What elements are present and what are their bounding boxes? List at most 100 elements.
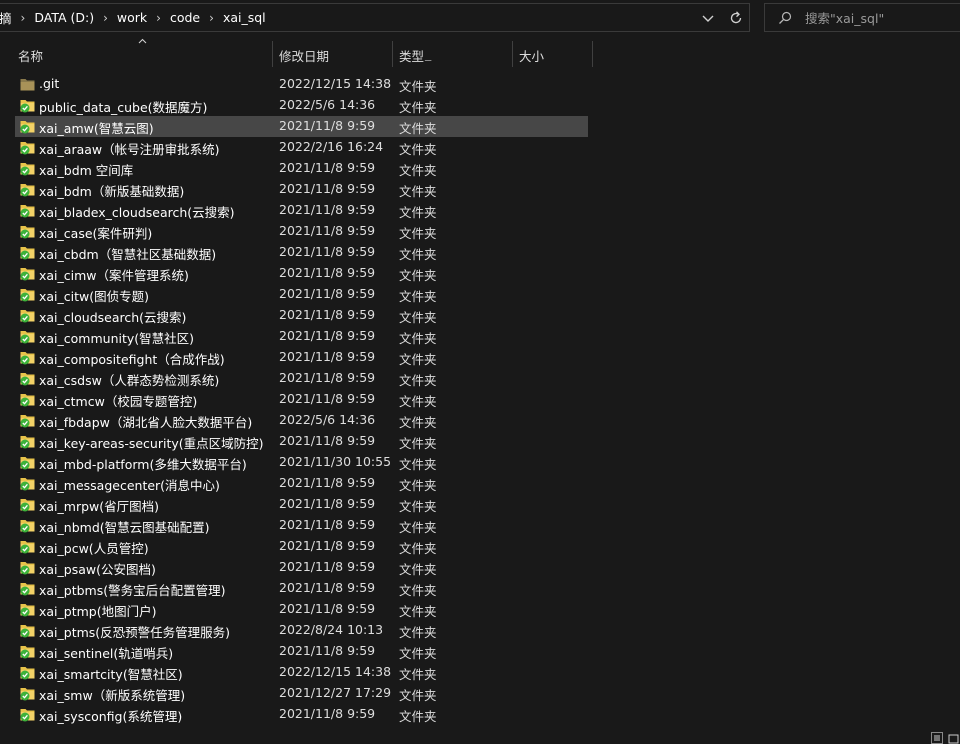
column-header-label: 大小 [519, 49, 545, 64]
breadcrumb-item-drive[interactable]: DATA (D:) [30, 10, 98, 25]
address-bar[interactable]: 摘 › DATA (D:) › work › code › xai_sql [0, 3, 750, 32]
folder-synced-icon [20, 100, 35, 113]
file-row[interactable]: xai_bladex_cloudsearch(云搜索) 2021/11/8 9:5… [15, 200, 588, 221]
breadcrumb-chevron-icon[interactable]: › [151, 11, 166, 25]
breadcrumb-item-current[interactable]: xai_sql [219, 10, 270, 25]
file-row[interactable]: xai_nbmd(智慧云图基础配置) 2021/11/8 9:59 文件夹 [15, 515, 588, 536]
file-name[interactable]: xai_case(案件研判) [39, 223, 152, 242]
file-row[interactable]: xai_bdm（新版基础数据) 2021/11/8 9:59 文件夹 [15, 179, 588, 200]
file-name[interactable]: xai_compositefight（合成作战) [39, 349, 225, 368]
file-name[interactable]: xai_mrpw(省厅图档) [39, 496, 159, 515]
column-header-type[interactable]: 类型 _ [393, 41, 512, 67]
file-modified-date: 2021/11/8 9:59 [279, 181, 376, 196]
file-type: 文件夹 [399, 163, 437, 178]
file-name[interactable]: xai_psaw(公安图档) [39, 559, 156, 578]
file-row[interactable]: xai_ctmcw（校园专题管控) 2021/11/8 9:59 文件夹 [15, 389, 588, 410]
search-box[interactable] [764, 3, 960, 32]
file-modified-date: 2021/11/8 9:59 [279, 433, 376, 448]
file-row[interactable]: xai_mrpw(省厅图档) 2021/11/8 9:59 文件夹 [15, 494, 588, 515]
file-name[interactable]: xai_community(智慧社区) [39, 328, 194, 347]
file-row[interactable]: xai_csdsw（人群态势检测系统) 2021/11/8 9:59 文件夹 [15, 368, 588, 389]
file-row[interactable]: xai_compositefight（合成作战) 2021/11/8 9:59 文件… [15, 347, 588, 368]
chevron-down-icon[interactable] [699, 8, 717, 28]
breadcrumb-item-parent[interactable]: 摘 [0, 8, 16, 27]
file-name[interactable]: xai_araaw（帐号注册审批系统) [39, 139, 220, 158]
column-divider[interactable] [592, 41, 593, 67]
file-row[interactable]: xai_ptbms(警务宝后台配置管理) 2021/11/8 9:59 文件夹 [15, 578, 588, 599]
file-name[interactable]: xai_cbdm（智慧社区基础数据) [39, 244, 216, 263]
file-name[interactable]: xai_ptms(反恐预警任务管理服务) [39, 622, 230, 641]
file-modified-date: 2021/11/8 9:59 [279, 244, 376, 259]
folder-synced-icon [20, 289, 35, 302]
file-row[interactable]: xai_smartcity(智慧社区) 2022/12/15 14:38 文件夹 [15, 662, 588, 683]
file-row[interactable]: xai_ptms(反恐预警任务管理服务) 2022/8/24 10:13 文件夹 [15, 620, 588, 641]
file-name[interactable]: xai_sysconfig(系统管理) [39, 706, 182, 725]
file-name[interactable]: xai_sentinel(轨道哨兵) [39, 643, 173, 662]
file-name[interactable]: xai_cimw（案件管理系统) [39, 265, 189, 284]
file-name[interactable]: xai_smw（新版系统管理) [39, 685, 185, 704]
status-bar [0, 730, 960, 744]
file-row[interactable]: xai_cbdm（智慧社区基础数据) 2021/11/8 9:59 文件夹 [15, 242, 588, 263]
file-row[interactable]: xai_smw（新版系统管理) 2021/12/27 17:29 文件夹 [15, 683, 588, 704]
file-name[interactable]: xai_nbmd(智慧云图基础配置) [39, 517, 210, 536]
breadcrumb-chevron-icon[interactable]: › [204, 11, 219, 25]
file-row[interactable]: xai_bdm 空间库 2021/11/8 9:59 文件夹 [15, 158, 588, 179]
file-name[interactable]: xai_amw(智慧云图) [39, 118, 154, 137]
file-row[interactable]: xai_citw(图侦专题) 2021/11/8 9:59 文件夹 [15, 284, 588, 305]
file-name[interactable]: xai_ptbms(警务宝后台配置管理) [39, 580, 226, 599]
file-row[interactable]: xai_ptmp(地图门户) 2021/11/8 9:59 文件夹 [15, 599, 588, 620]
large-icons-view-icon[interactable] [946, 732, 960, 744]
refresh-icon[interactable] [727, 8, 745, 28]
file-row[interactable]: xai_cloudsearch(云搜索) 2021/11/8 9:59 文件夹 [15, 305, 588, 326]
column-header-size[interactable]: 大小 [513, 41, 592, 67]
breadcrumb-chevron-icon[interactable]: › [98, 11, 113, 25]
file-row[interactable]: xai_mbd-platform(多维大数据平台) 2021/11/30 10:5… [15, 452, 588, 473]
column-header-name[interactable]: 名称 [0, 41, 272, 67]
folder-synced-icon [20, 121, 35, 134]
file-row[interactable]: xai_fbdapw（湖北省人脸大数据平台) 2022/5/6 14:36 文件夹 [15, 410, 588, 431]
file-row[interactable]: xai_cimw（案件管理系统) 2021/11/8 9:59 文件夹 [15, 263, 588, 284]
breadcrumb-item-work[interactable]: work [113, 10, 151, 25]
folder-synced-icon [20, 625, 35, 638]
file-name[interactable]: xai_bdm 空间库 [39, 160, 133, 179]
file-row[interactable]: public_data_cube(数据魔方) 2022/5/6 14:36 文件夹 [15, 95, 588, 116]
file-name[interactable]: xai_ctmcw（校园专题管控) [39, 391, 197, 410]
file-row[interactable]: xai_case(案件研判) 2021/11/8 9:59 文件夹 [15, 221, 588, 242]
file-row[interactable]: xai_araaw（帐号注册审批系统) 2022/2/16 16:24 文件夹 [15, 137, 588, 158]
file-name[interactable]: xai_messagecenter(消息中心) [39, 475, 220, 494]
file-modified-date: 2021/11/8 9:59 [279, 265, 376, 280]
file-name[interactable]: xai_smartcity(智慧社区) [39, 664, 183, 683]
file-name[interactable]: public_data_cube(数据魔方) [39, 97, 207, 116]
file-row[interactable]: xai_community(智慧社区) 2021/11/8 9:59 文件夹 [15, 326, 588, 347]
file-name[interactable]: xai_pcw(人员管控) [39, 538, 149, 557]
file-type: 文件夹 [399, 478, 437, 493]
file-row[interactable]: xai_amw(智慧云图) 2021/11/8 9:59 文件夹 [15, 116, 588, 137]
file-type: 文件夹 [399, 625, 437, 640]
file-row[interactable]: xai_key-areas-security(重点区域防控) 2021/11/8 … [15, 431, 588, 452]
file-name[interactable]: xai_csdsw（人群态势检测系统) [39, 370, 219, 389]
file-name[interactable]: xai_bladex_cloudsearch(云搜索) [39, 202, 235, 221]
breadcrumb-item-code[interactable]: code [166, 10, 204, 25]
file-row[interactable]: xai_psaw(公安图档) 2021/11/8 9:59 文件夹 [15, 557, 588, 578]
file-name[interactable]: .git [39, 76, 59, 91]
file-row[interactable]: xai_messagecenter(消息中心) 2021/11/8 9:59 文件夹 [15, 473, 588, 494]
file-row[interactable]: xai_sysconfig(系统管理) 2021/11/8 9:59 文件夹 [15, 704, 588, 725]
column-header-date[interactable]: 修改日期 [273, 41, 392, 67]
file-name[interactable]: xai_key-areas-security(重点区域防控) [39, 433, 264, 452]
details-view-button[interactable] [931, 732, 943, 744]
folder-synced-icon [20, 688, 35, 701]
folder-synced-icon [20, 226, 35, 239]
file-row[interactable]: xai_sentinel(轨道哨兵) 2021/11/8 9:59 文件夹 [15, 641, 588, 662]
column-header-label: 修改日期 [279, 49, 330, 64]
file-name[interactable]: xai_cloudsearch(云搜索) [39, 307, 186, 326]
search-input[interactable] [803, 7, 957, 29]
file-name[interactable]: xai_citw(图侦专题) [39, 286, 149, 305]
column-header-label: 类型 [399, 49, 425, 64]
file-name[interactable]: xai_bdm（新版基础数据) [39, 181, 184, 200]
file-name[interactable]: xai_ptmp(地图门户) [39, 601, 156, 620]
file-row[interactable]: xai_pcw(人员管控) 2021/11/8 9:59 文件夹 [15, 536, 588, 557]
file-name[interactable]: xai_mbd-platform(多维大数据平台) [39, 454, 247, 473]
file-name[interactable]: xai_fbdapw（湖北省人脸大数据平台) [39, 412, 252, 431]
breadcrumb-chevron-icon[interactable]: › [16, 11, 31, 25]
file-row[interactable]: .git 2022/12/15 14:38 文件夹 [15, 74, 588, 95]
